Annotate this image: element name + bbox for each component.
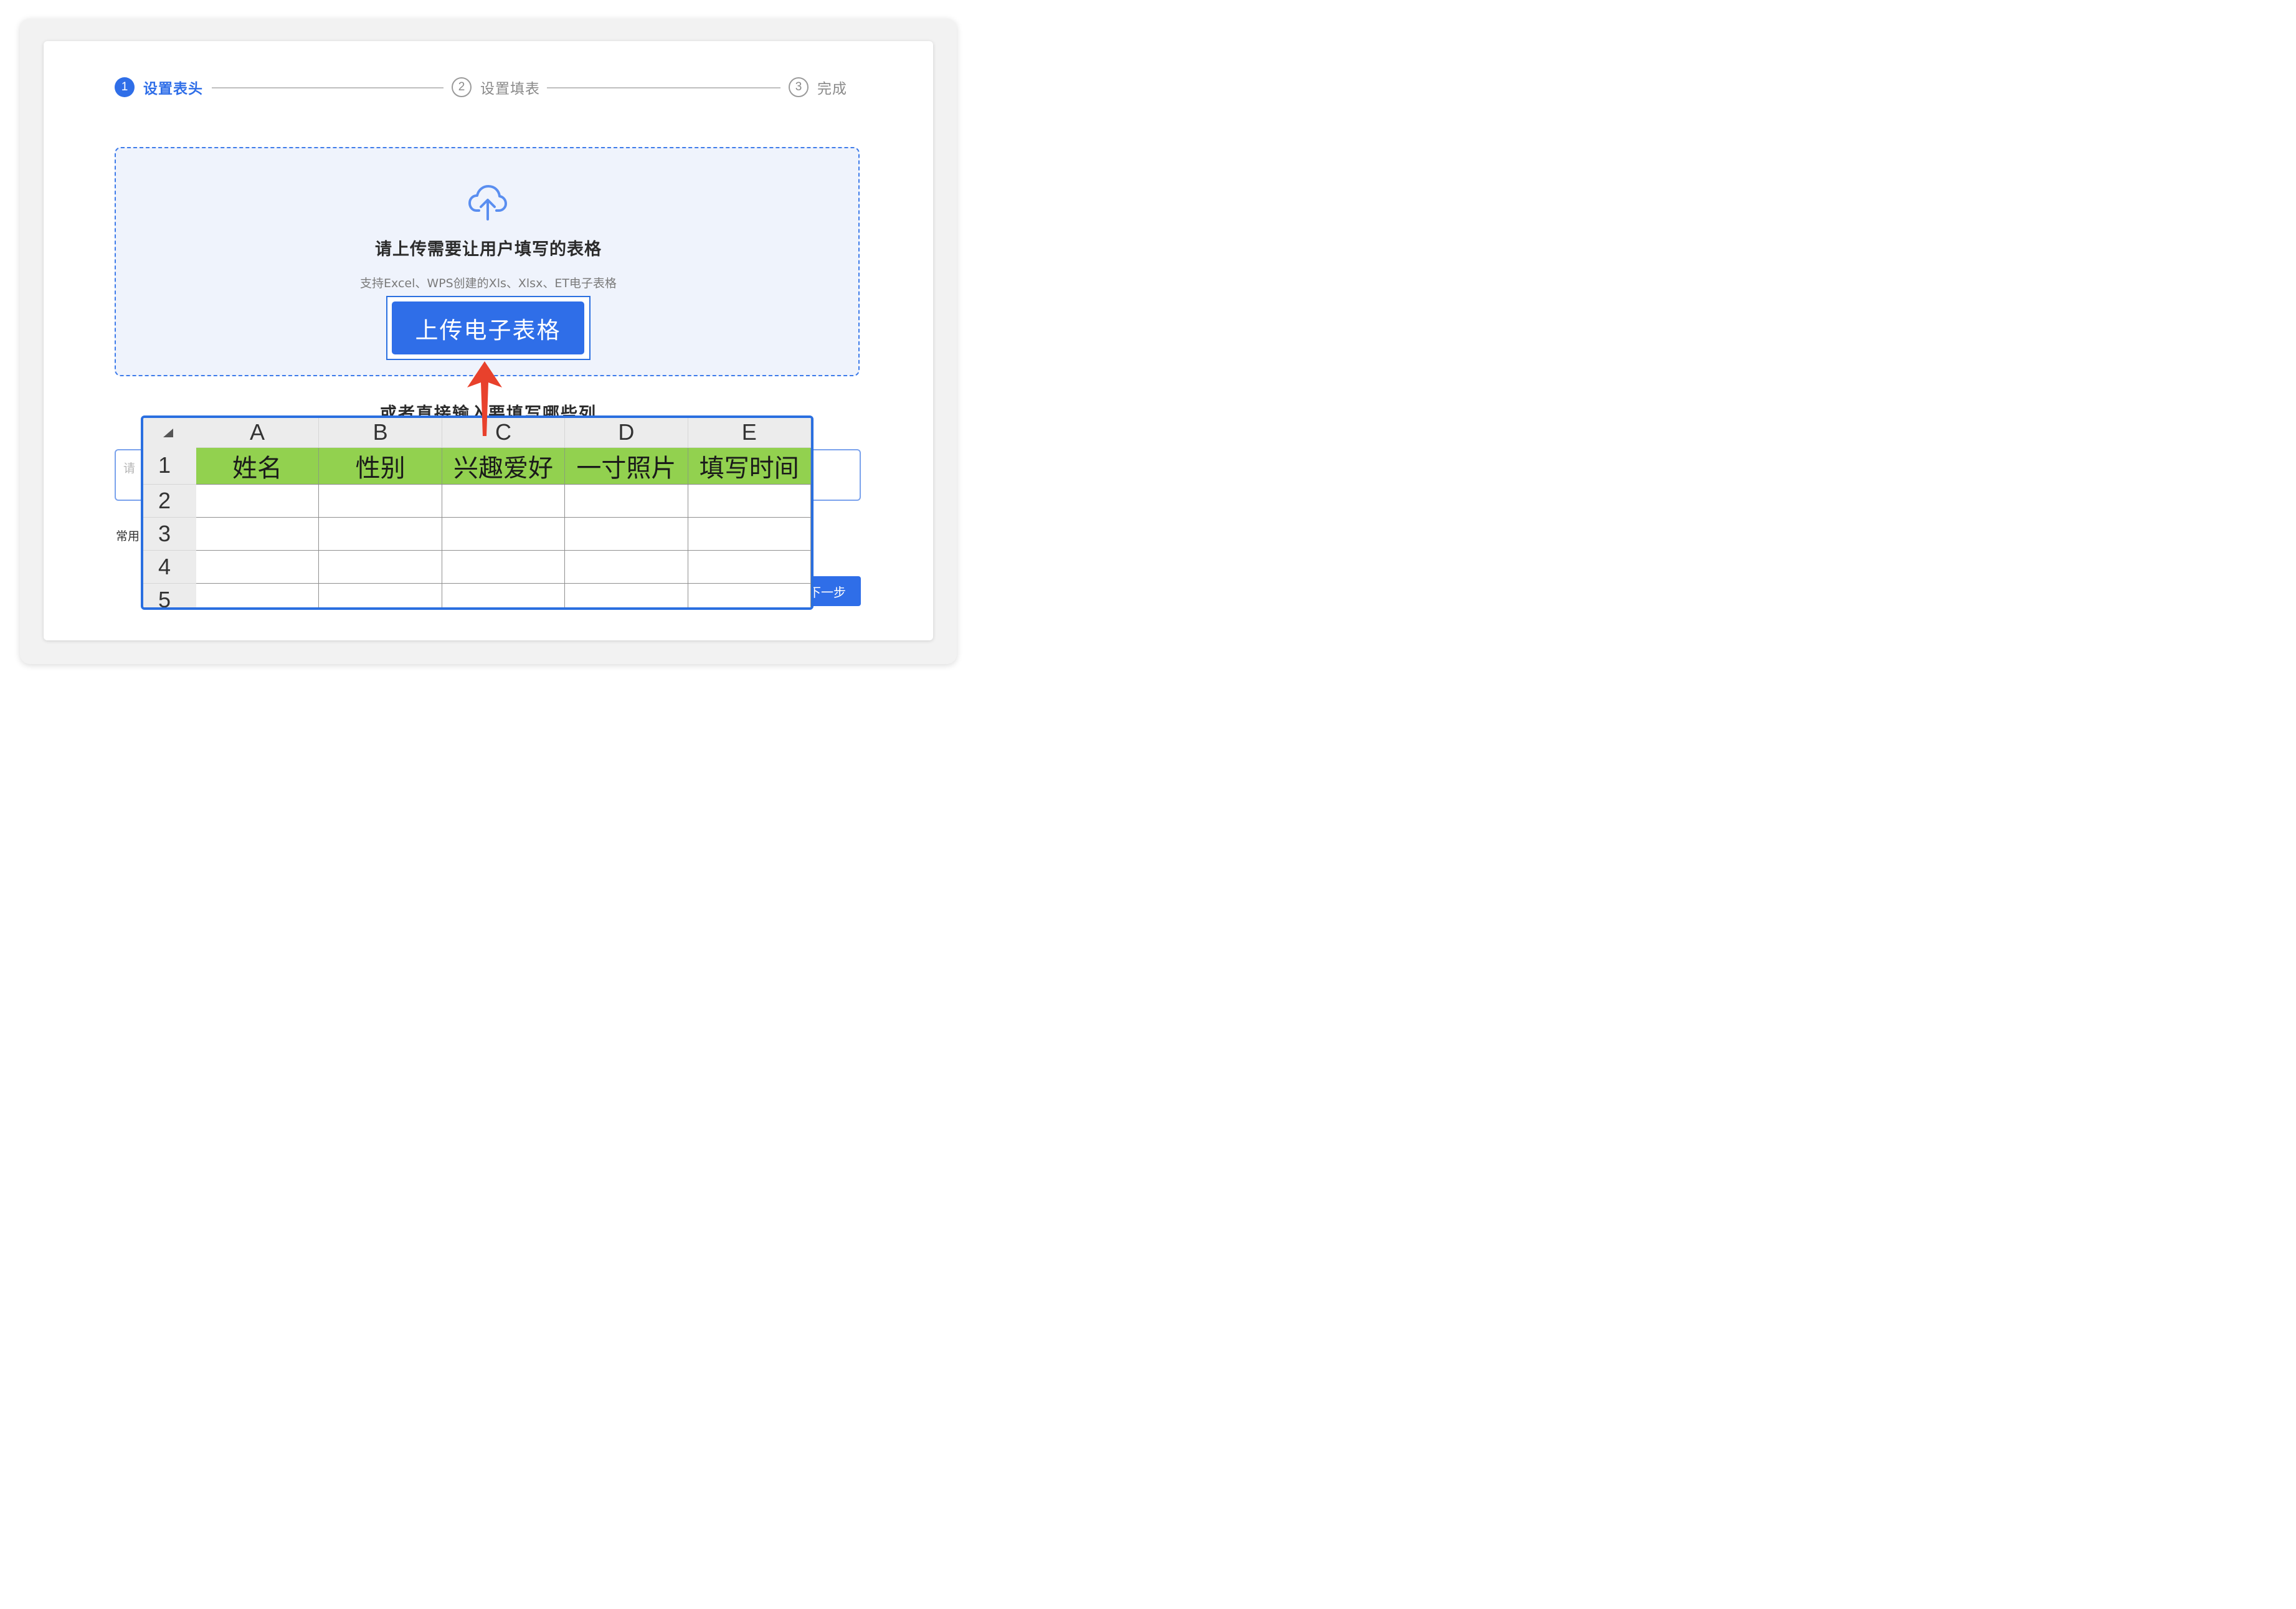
table-cell[interactable] — [196, 484, 320, 518]
corner-triangle-icon — [163, 429, 173, 437]
header-cell-name[interactable]: 姓名 — [196, 447, 320, 485]
step-1-label: 设置表头 — [143, 81, 203, 97]
step-1-number: 1 — [115, 77, 135, 97]
step-3: 3 完成 — [789, 76, 847, 98]
header-cell-time[interactable]: 填写时间 — [688, 447, 811, 485]
row-header-2[interactable]: 2 — [143, 484, 196, 518]
select-all-corner[interactable] — [143, 418, 196, 447]
table-cell[interactable] — [318, 583, 442, 607]
step-1: 1 设置表头 — [115, 76, 203, 98]
step-3-label: 完成 — [817, 81, 847, 97]
table-cell[interactable] — [688, 583, 811, 607]
row-header-4[interactable]: 4 — [143, 550, 196, 584]
table-cell[interactable] — [688, 517, 811, 551]
table-cell[interactable] — [196, 517, 320, 551]
table-cell[interactable] — [564, 484, 688, 518]
table-cell[interactable] — [564, 517, 688, 551]
row-header-5[interactable]: 5 — [143, 583, 196, 607]
table-cell[interactable] — [196, 550, 320, 584]
step-connector-1 — [212, 87, 444, 88]
table-cell[interactable] — [442, 550, 566, 584]
table-cell[interactable] — [442, 484, 566, 518]
upload-spreadsheet-button[interactable]: 上传电子表格 — [392, 301, 584, 354]
header-cell-hobbies[interactable]: 兴趣爱好 — [442, 447, 566, 485]
step-connector-2 — [547, 87, 780, 88]
upload-title: 请上传需要让用户填写的表格 — [375, 240, 602, 259]
step-2-number: 2 — [452, 77, 472, 97]
step-3-number: 3 — [789, 77, 809, 97]
column-header-e[interactable]: E — [688, 418, 811, 448]
header-cell-photo[interactable]: 一寸照片 — [564, 447, 688, 485]
table-cell[interactable] — [318, 517, 442, 551]
columns-input-placeholder: 请 — [123, 462, 136, 475]
table-cell[interactable] — [442, 517, 566, 551]
table-cell[interactable] — [564, 583, 688, 607]
column-header-d[interactable]: D — [564, 418, 688, 448]
cloud-upload-icon — [468, 185, 507, 221]
step-2: 2 设置填表 — [452, 76, 540, 98]
header-cell-gender[interactable]: 性别 — [318, 447, 442, 485]
table-cell[interactable] — [564, 550, 688, 584]
table-cell[interactable] — [442, 583, 566, 607]
column-header-a[interactable]: A — [196, 418, 320, 448]
common-fields-label: 常用 — [116, 529, 140, 543]
step-2-label: 设置填表 — [480, 81, 540, 97]
table-cell[interactable] — [688, 550, 811, 584]
annotation-arrow-icon — [467, 361, 502, 436]
table-cell[interactable] — [196, 583, 320, 607]
table-cell[interactable] — [318, 484, 442, 518]
row-header-1[interactable]: 1 — [143, 447, 196, 485]
table-cell[interactable] — [318, 550, 442, 584]
upload-format-hint: 支持Excel、WPS创建的Xls、Xlsx、ET电子表格 — [360, 277, 617, 290]
column-header-c[interactable]: C — [442, 418, 566, 448]
column-header-b[interactable]: B — [318, 418, 442, 448]
spreadsheet-example: A B C D E 1 姓名 性别 兴趣爱好 一寸照片 填写时间 2 3 4 5 — [141, 415, 814, 610]
row-header-3[interactable]: 3 — [143, 517, 196, 551]
table-cell[interactable] — [688, 484, 811, 518]
